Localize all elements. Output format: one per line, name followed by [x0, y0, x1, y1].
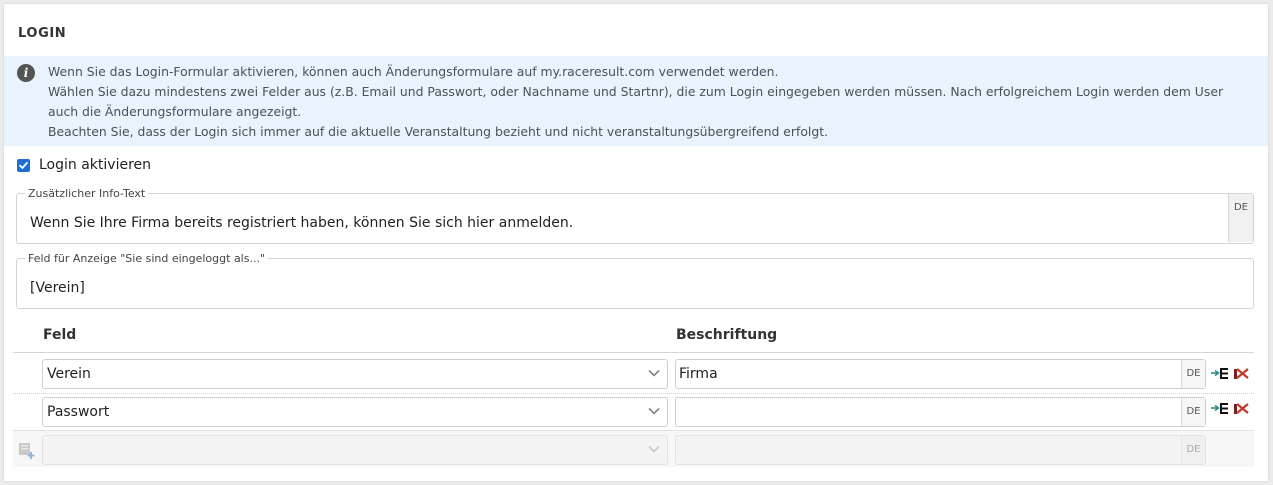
chevron-down-icon: [648, 445, 660, 453]
delete-row-icon[interactable]: [1233, 367, 1250, 380]
login-activate-label: Login aktivieren: [39, 157, 152, 173]
info-text-input[interactable]: Wenn Sie Ihre Firma bereits registriert …: [30, 215, 573, 231]
info-line: Beachten Sie, dass der Login sich immer …: [48, 124, 829, 139]
info-text-legend: Zusätzlicher Info-Text: [28, 187, 146, 200]
caption-input-value: Firma: [679, 366, 718, 382]
caption-input[interactable]: Firma DE: [675, 359, 1206, 389]
caption-language-button[interactable]: DE: [1181, 398, 1205, 426]
info-text-fieldset: Zusätzlicher Info-Text Wenn Sie Ihre Fir…: [16, 187, 1254, 244]
add-row-icon[interactable]: [18, 442, 36, 460]
caption-language-button[interactable]: DE: [1181, 360, 1205, 388]
column-header-caption: Beschriftung: [676, 327, 778, 343]
info-text-language-button[interactable]: DE: [1228, 194, 1253, 242]
chevron-down-icon: [648, 407, 660, 415]
display-field-input[interactable]: [Verein]: [30, 280, 85, 296]
info-icon: i: [17, 64, 35, 82]
login-activate-checkbox[interactable]: [17, 158, 30, 172]
move-row-icon[interactable]: [1211, 402, 1230, 415]
display-field-fieldset: Feld für Anzeige "Sie sind eingeloggt al…: [16, 252, 1254, 309]
row-actions: [1211, 367, 1250, 380]
panel-title: LOGIN: [18, 26, 67, 41]
field-select[interactable]: Passwort: [42, 397, 668, 427]
field-select[interactable]: Verein: [42, 359, 668, 389]
header-divider: [13, 352, 1254, 353]
new-caption-input[interactable]: DE: [675, 435, 1206, 465]
new-field-select[interactable]: [42, 435, 668, 465]
info-box: i Wenn Sie das Login-Formular aktivieren…: [4, 56, 1268, 146]
row-divider: [13, 393, 1254, 394]
checkmark-icon: [19, 161, 28, 169]
info-line: Wenn Sie das Login-Formular aktivieren, …: [48, 64, 779, 79]
new-caption-language-button[interactable]: DE: [1181, 436, 1205, 464]
field-select-value: Passwort: [47, 404, 110, 420]
login-activate-toggle[interactable]: Login aktivieren: [17, 155, 151, 175]
delete-row-icon[interactable]: [1233, 402, 1250, 415]
move-row-icon[interactable]: [1211, 367, 1230, 380]
field-select-value: Verein: [47, 366, 91, 382]
display-field-legend: Feld für Anzeige "Sie sind eingeloggt al…: [28, 252, 266, 265]
row-actions: [1211, 402, 1250, 415]
caption-input[interactable]: DE: [675, 397, 1206, 427]
info-line: Wählen Sie dazu mindestens zwei Felder a…: [48, 84, 1224, 119]
chevron-down-icon: [648, 369, 660, 377]
column-header-field: Feld: [43, 327, 77, 343]
